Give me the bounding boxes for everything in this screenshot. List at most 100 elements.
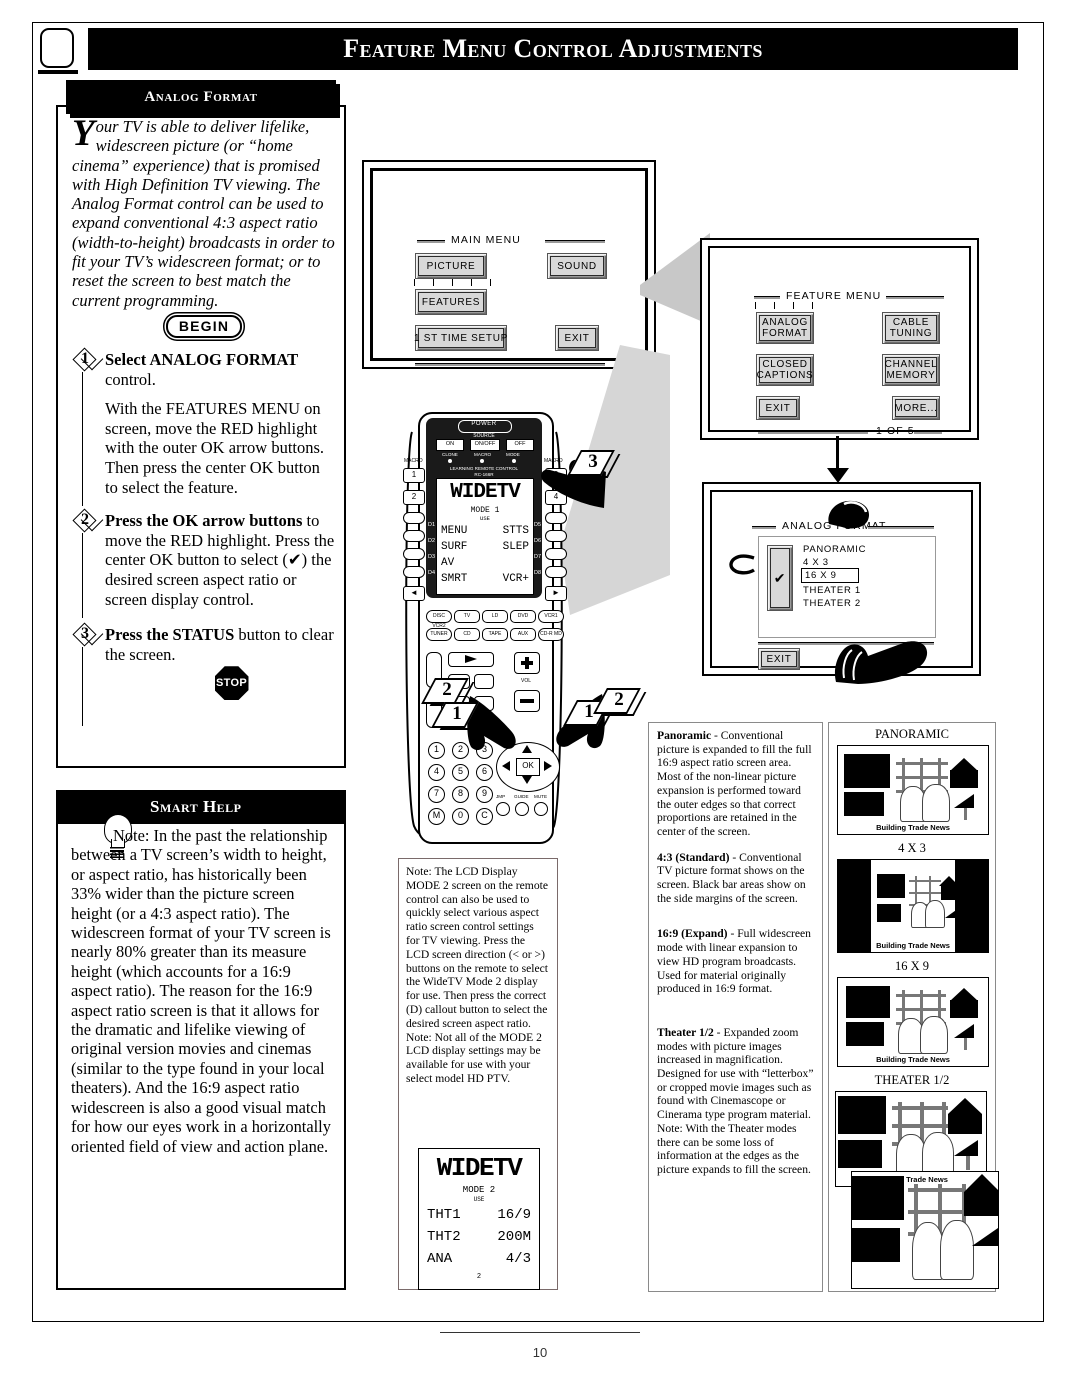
- remote-key-7[interactable]: 7: [428, 786, 445, 803]
- feature-menu-button-analog-format[interactable]: ANALOG FORMAT: [746, 302, 824, 354]
- remote-jmp-button[interactable]: [496, 802, 510, 816]
- remote-lcd-prev-button[interactable]: ◄: [403, 586, 425, 601]
- remote-side-button-2[interactable]: 2: [403, 490, 425, 505]
- feature-menu-button-exit[interactable]: EXIT: [756, 396, 800, 420]
- remote-key-0[interactable]: 0: [452, 808, 469, 825]
- analog-format-tab: Analog Format: [66, 80, 340, 118]
- smart-help-text-wrap: Note: In the past the relationship betwe…: [71, 826, 333, 1156]
- feature-menu-button-closed-captions[interactable]: CLOSED CAPTIONS: [756, 354, 814, 386]
- remote-mute-button[interactable]: [534, 802, 548, 816]
- analog-format-option-4x3[interactable]: 4 X 3: [803, 557, 829, 568]
- remote-side-button-1[interactable]: 1: [403, 468, 425, 483]
- lcd2-tht1-value[interactable]: 16/9: [497, 1207, 531, 1223]
- feature-menu-button-channel-memory[interactable]: CHANNEL MEMORY: [882, 354, 940, 386]
- footer-rule: [440, 1332, 640, 1333]
- remote-power-on-button[interactable]: ON: [436, 439, 464, 451]
- remote-key-5[interactable]: 5: [452, 764, 469, 781]
- remote-d8-label: D8: [534, 570, 542, 576]
- step-1-paragraph: With the FEATURES MENU on screen, move t…: [105, 399, 325, 497]
- remote-device-dvd[interactable]: DVD: [510, 610, 536, 623]
- main-menu-button-sound[interactable]: SOUND: [547, 253, 607, 279]
- remote-lcd-stts[interactable]: STTS: [503, 525, 529, 537]
- callout-left-1: 1: [431, 702, 485, 732]
- remote-device-tuner[interactable]: TUNER: [426, 628, 452, 641]
- remote-lcd-surf[interactable]: SURF: [441, 541, 467, 553]
- smart-help-text: Note: In the past the relationship betwe…: [71, 826, 331, 1156]
- description-standard: 4:3 (Standard) - Conventional TV picture…: [657, 851, 814, 906]
- remote-lcd-slep[interactable]: SLEP: [503, 541, 529, 553]
- thumbnail-theater-2: [851, 1171, 999, 1289]
- analog-format-option-panoramic[interactable]: PANORAMIC: [803, 544, 866, 555]
- main-menu-setup-label: 1 ST TIME SETUP: [413, 332, 509, 344]
- analog-format-option-theater2[interactable]: THEATER 2: [803, 598, 861, 609]
- remote-source-onoff-button[interactable]: ON/OFF: [470, 439, 500, 451]
- remote-device-cdr-md[interactable]: CD-R MD: [538, 628, 564, 641]
- remote-d1-label: D1: [428, 522, 436, 528]
- remote-lcd-menu[interactable]: MENU: [441, 525, 467, 537]
- remote-play-button[interactable]: [448, 652, 494, 667]
- remote-key-9[interactable]: 9: [476, 786, 493, 803]
- feature-menu-button-cable-tuning[interactable]: CABLE TUNING: [882, 312, 940, 344]
- remote-stop-button[interactable]: [474, 674, 494, 689]
- arrow-curve-icon: [729, 554, 755, 575]
- remote-soft-button-d3[interactable]: [403, 548, 425, 560]
- step-1-body: control.: [105, 369, 156, 389]
- remote-key-8[interactable]: 8: [452, 786, 469, 803]
- remote-guide-button[interactable]: [515, 802, 529, 816]
- description-panoramic-term: Panoramic: [657, 729, 712, 742]
- remote-key-4[interactable]: 4: [428, 764, 445, 781]
- lcd2-ana-value[interactable]: 4/3: [506, 1251, 531, 1267]
- feature-menu-button-more[interactable]: MORE...: [892, 396, 940, 420]
- stop-marker: STOP: [127, 666, 336, 701]
- lcd2-brand: WIDETV: [436, 1153, 523, 1183]
- description-theater: Theater 1/2 - Expanded zoom modes with p…: [657, 1026, 814, 1177]
- remote-soft-button-d6[interactable]: [545, 530, 567, 542]
- remote-ok-right-arrow-icon[interactable]: [544, 761, 552, 771]
- remote-soft-button-d1[interactable]: [403, 512, 425, 524]
- remote-ok-down-arrow-icon[interactable]: [522, 776, 532, 784]
- lcd2-tht2-value[interactable]: 200M: [497, 1229, 531, 1245]
- step-1-number: 1: [81, 349, 89, 367]
- remote-left-macro-label: MACRO: [404, 458, 423, 464]
- main-menu-button-features[interactable]: FEATURES: [405, 279, 497, 325]
- remote-soft-button-d8[interactable]: [545, 566, 567, 578]
- remote-device-aux[interactable]: AUX: [510, 628, 536, 641]
- remote-ok-button[interactable]: OK: [516, 758, 540, 776]
- remote-lcd-vcrplus[interactable]: VCR+: [503, 573, 529, 585]
- remote-key-1[interactable]: 1: [428, 742, 445, 759]
- remote-ok-left-arrow-icon[interactable]: [502, 761, 510, 771]
- description-standard-term: 4:3 (Standard): [657, 850, 730, 864]
- lcd2-tht1-label[interactable]: THT1: [427, 1207, 461, 1223]
- lcd2-tht2-label[interactable]: THT2: [427, 1229, 461, 1245]
- analog-format-option-16x9[interactable]: 16 X 9: [805, 570, 837, 581]
- remote-device-tv[interactable]: TV: [454, 610, 480, 623]
- remote-lcd-smrt[interactable]: SMRT: [441, 573, 467, 585]
- remote-key-6[interactable]: 6: [476, 764, 493, 781]
- remote-soft-button-d7[interactable]: [545, 548, 567, 560]
- lcd2-ana-label[interactable]: ANA: [427, 1251, 452, 1267]
- remote-lcd-av[interactable]: AV: [441, 557, 454, 569]
- remote-device-ld[interactable]: LD: [482, 610, 508, 623]
- feature-menu-cable-line1: CABLE: [892, 317, 930, 328]
- remote-device-vcr1[interactable]: VCR1: [538, 610, 564, 623]
- feature-menu-cc-line1: CLOSED: [762, 359, 808, 370]
- remote-device-cd[interactable]: CD: [454, 628, 480, 641]
- main-menu-button-picture[interactable]: PICTURE: [415, 253, 487, 279]
- remote-device-disc-vcr2[interactable]: DISC VCR2: [426, 610, 452, 629]
- analog-format-option-theater1[interactable]: THEATER 1: [803, 585, 861, 596]
- thumbnail-label-panoramic: PANORAMIC: [875, 727, 949, 741]
- remote-device-tape[interactable]: TAPE: [482, 628, 508, 641]
- remote-soft-button-d2[interactable]: [403, 530, 425, 542]
- main-menu-title: MAIN MENU: [451, 234, 521, 246]
- remote-soft-button-d4[interactable]: [403, 566, 425, 578]
- remote-key-m[interactable]: M: [428, 808, 445, 825]
- callout-right-2: 2: [593, 688, 647, 718]
- tv-bullet-icon: [38, 28, 78, 74]
- remote-key-c[interactable]: C: [476, 808, 493, 825]
- main-menu-button-first-time-setup[interactable]: 1 ST TIME SETUP: [413, 325, 509, 351]
- analog-format-exit-button[interactable]: EXIT: [758, 648, 800, 670]
- remote-lcd-next-button[interactable]: ►: [545, 586, 567, 601]
- remote-volume-up-button[interactable]: [514, 652, 540, 674]
- remote-soft-button-d5[interactable]: [545, 512, 567, 524]
- remote-power-off-button[interactable]: OFF: [506, 439, 534, 451]
